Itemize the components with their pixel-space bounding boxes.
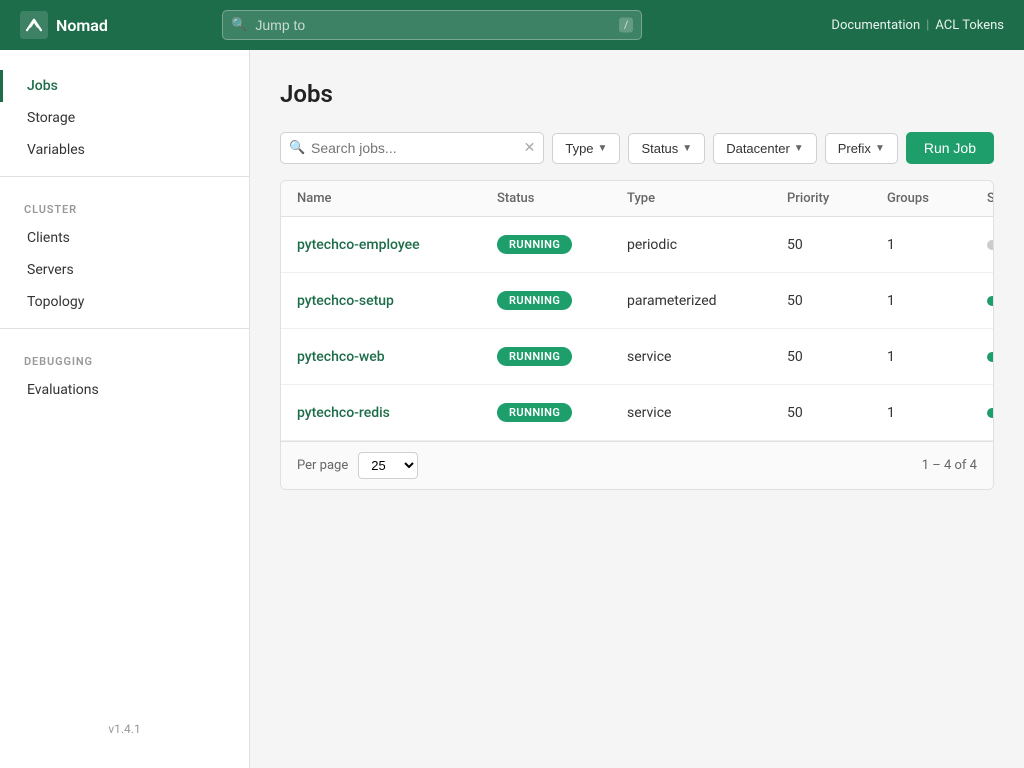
nomad-logo-icon [20,11,48,39]
status-filter-button[interactable]: Status ▼ [628,133,705,164]
col-type: Type [627,191,787,206]
toolbar: 🔍 ✕ Type ▼ Status ▼ Datacenter ▼ Prefix … [280,132,994,164]
prefix-filter-chevron-icon: ▼ [875,143,885,154]
job-priority-pytechco-setup: 50 [787,293,887,309]
prefix-filter-label: Prefix [838,141,871,156]
table-row: pytechco-web RUNNING service 50 1 [281,329,993,385]
cluster-section-label: CLUSTER [0,187,249,222]
job-summary-pytechco-setup [987,296,994,306]
sidebar-divider-2 [0,328,249,329]
job-name-pytechco-setup[interactable]: pytechco-setup [297,293,497,309]
job-status-pytechco-web: RUNNING [497,347,627,366]
main-content: Jobs 🔍 ✕ Type ▼ Status ▼ Datacenter ▼ Pr… [250,50,1024,768]
pagination-info: 1 – 4 of 4 [922,458,977,473]
type-filter-label: Type [565,141,593,156]
running-badge: RUNNING [497,235,572,254]
datacenter-filter-button[interactable]: Datacenter ▼ [713,133,817,164]
job-summary-pytechco-employee [987,240,994,250]
job-summary-pytechco-redis [987,408,994,418]
sidebar-item-evaluations[interactable]: Evaluations [0,374,249,406]
job-priority-pytechco-web: 50 [787,349,887,365]
table-footer: Per page 25 10 50 100 1 – 4 of 4 [281,441,993,489]
job-groups-pytechco-redis: 1 [887,405,987,421]
job-summary-pytechco-web [987,352,994,362]
col-status: Status [497,191,627,206]
table-row: pytechco-redis RUNNING service 50 1 [281,385,993,441]
jump-to-search: 🔍 / [222,10,642,40]
col-groups: Groups [887,191,987,206]
sidebar-item-servers[interactable]: Servers [0,254,249,286]
job-status-pytechco-redis: RUNNING [497,403,627,422]
job-type-pytechco-redis: service [627,405,787,421]
sidebar-item-topology[interactable]: Topology [0,286,249,318]
running-badge: RUNNING [497,347,572,366]
search-jobs-input[interactable] [280,132,544,164]
datacenter-filter-chevron-icon: ▼ [794,143,804,154]
sidebar-item-variables[interactable]: Variables [0,134,249,166]
search-jobs-box: 🔍 ✕ [280,132,544,164]
job-priority-pytechco-redis: 50 [787,405,887,421]
job-type-pytechco-setup: parameterized [627,293,787,309]
type-filter-chevron-icon: ▼ [598,143,608,154]
sidebar: Jobs Storage Variables CLUSTER Clients S… [0,50,250,768]
layout: Jobs Storage Variables CLUSTER Clients S… [0,50,1024,768]
job-groups-pytechco-web: 1 [887,349,987,365]
type-filter-button[interactable]: Type ▼ [552,133,620,164]
table-row: pytechco-employee RUNNING periodic 50 1 [281,217,993,273]
per-page-select[interactable]: 25 10 50 100 [358,452,418,479]
documentation-link[interactable]: Documentation [831,18,920,33]
brand: Nomad [20,11,108,39]
sidebar-divider-1 [0,176,249,177]
sidebar-item-storage[interactable]: Storage [0,102,249,134]
topnav-divider: | [926,18,929,33]
job-type-pytechco-employee: periodic [627,237,787,253]
table-header: Name Status Type Priority Groups Summary [281,181,993,217]
sidebar-item-clients[interactable]: Clients [0,222,249,254]
col-name: Name [297,191,497,206]
running-badge: RUNNING [497,291,572,310]
per-page-label: Per page [297,458,348,473]
table-row: pytechco-setup RUNNING parameterized 50 … [281,273,993,329]
sidebar-item-jobs[interactable]: Jobs [0,70,249,102]
running-badge: RUNNING [497,403,572,422]
col-priority: Priority [787,191,887,206]
brand-name: Nomad [56,16,108,35]
sidebar-nav: Jobs Storage Variables CLUSTER Clients S… [0,70,249,710]
status-filter-label: Status [641,141,678,156]
search-icon: 🔍 [289,141,305,156]
acl-tokens-link[interactable]: ACL Tokens [935,18,1004,33]
status-filter-chevron-icon: ▼ [682,143,692,154]
sidebar-version: v1.4.1 [0,710,249,748]
prefix-filter-button[interactable]: Prefix ▼ [825,133,898,164]
job-name-pytechco-web[interactable]: pytechco-web [297,349,497,365]
job-priority-pytechco-employee: 50 [787,237,887,253]
job-groups-pytechco-employee: 1 [887,237,987,253]
job-groups-pytechco-setup: 1 [887,293,987,309]
debugging-section-label: DEBUGGING [0,339,249,374]
jump-to-input[interactable] [222,10,642,40]
jobs-table: Name Status Type Priority Groups Summary… [280,180,994,490]
job-name-pytechco-employee[interactable]: pytechco-employee [297,237,497,253]
clear-search-icon[interactable]: ✕ [524,140,536,156]
job-name-pytechco-redis[interactable]: pytechco-redis [297,405,497,421]
job-type-pytechco-web: service [627,349,787,365]
job-status-pytechco-setup: RUNNING [497,291,627,310]
topnav: Nomad 🔍 / Documentation | ACL Tokens [0,0,1024,50]
run-job-button[interactable]: Run Job [906,132,994,164]
datacenter-filter-label: Datacenter [726,141,790,156]
search-icon-nav: 🔍 [231,18,247,33]
topnav-links: Documentation | ACL Tokens [831,18,1004,33]
page-title: Jobs [280,80,994,108]
job-status-pytechco-employee: RUNNING [497,235,627,254]
search-shortcut: / [619,18,634,33]
col-summary: Summary [987,191,994,206]
